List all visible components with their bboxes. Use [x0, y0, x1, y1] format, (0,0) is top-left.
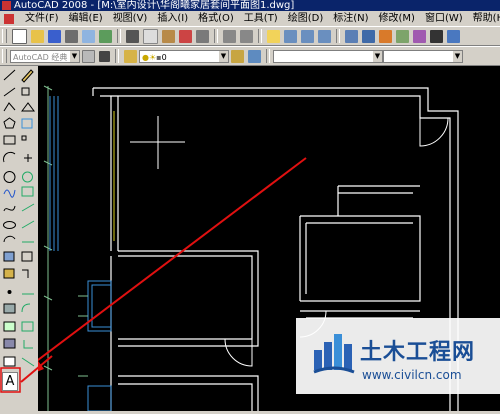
toolbar-separator [258, 29, 262, 43]
tool-palettes-icon[interactable] [379, 29, 392, 43]
wall-outline [118, 375, 259, 411]
watermark: 土木工程网 www.civilcn.com [296, 318, 500, 394]
design-center-icon[interactable] [362, 29, 375, 43]
door-swing [419, 117, 449, 147]
menu-edit[interactable]: 编辑(E) [64, 11, 108, 26]
make-object-layer-current-icon[interactable] [231, 49, 244, 63]
watermark-url: www.civilcn.com [362, 368, 462, 382]
menu-draw[interactable]: 绘图(D) [283, 11, 329, 26]
undo-icon[interactable] [223, 29, 236, 43]
calculator-icon[interactable] [430, 29, 443, 43]
print-icon[interactable] [65, 29, 78, 43]
redo-icon[interactable] [240, 29, 253, 43]
menu-bar: 文件(F) 编辑(E) 视图(V) 插入(I) 格式(O) 工具(T) 绘图(D… [0, 11, 500, 26]
menu-tools[interactable]: 工具(T) [239, 11, 283, 26]
zoom-window-icon[interactable] [301, 29, 314, 43]
door-swing [224, 338, 253, 367]
zoom-previous-icon[interactable] [318, 29, 331, 43]
civilcn-logo-icon [313, 334, 355, 374]
wall-outline [118, 255, 253, 340]
menu-window[interactable]: 窗口(W) [420, 11, 468, 26]
zoom-realtime-icon[interactable] [284, 29, 297, 43]
copy-icon[interactable] [143, 28, 158, 44]
window-title-bar: AutoCAD 2008 - [M:\室内设计\华阁曦家居套间平面图1.dwg] [0, 0, 500, 11]
layer-select[interactable]: ●☀▪0 ▼ [139, 49, 229, 63]
chevron-down-icon: ▼ [373, 50, 382, 62]
toolbar-separator [336, 29, 340, 43]
markup-icon[interactable] [413, 29, 426, 43]
workspace-save-icon[interactable] [99, 50, 110, 62]
paste-icon[interactable] [162, 29, 175, 43]
menu-insert[interactable]: 插入(I) [152, 11, 193, 26]
help-icon[interactable] [447, 29, 460, 43]
color-control-select[interactable]: ▼ [273, 49, 383, 63]
menu-dimension[interactable]: 标注(N) [328, 11, 373, 26]
menu-help[interactable]: 帮助(H) [468, 11, 500, 26]
wall-outline [300, 215, 421, 302]
pan-icon[interactable] [267, 29, 280, 43]
arrow-shaft [20, 355, 53, 383]
layer-previous-icon[interactable] [248, 49, 261, 63]
sheet-set-icon[interactable] [396, 29, 409, 43]
chevron-down-icon: ▼ [70, 50, 79, 62]
arrow-shaft [38, 157, 307, 362]
menu-format[interactable]: 格式(O) [193, 11, 239, 26]
properties-icon[interactable] [345, 29, 358, 43]
toolbar-separator [115, 49, 119, 63]
wall-outline [118, 383, 253, 411]
workspace-layers-toolbar: AutoCAD 经典 ▼ ●☀▪0 ▼ ▼ ▼ [0, 46, 500, 66]
chevron-down-icon: ▼ [453, 50, 462, 62]
watermark-title: 土木工程网 [360, 340, 476, 365]
publish-icon[interactable] [99, 29, 112, 43]
chevron-down-icon: ▼ [219, 50, 228, 62]
linetype-control-select[interactable]: ▼ [383, 49, 463, 63]
layer-value: 0 [161, 52, 167, 62]
window-line [87, 385, 112, 411]
lightbulb-icon: ● [142, 52, 149, 62]
menu-modify[interactable]: 修改(M) [374, 11, 420, 26]
wall-outline [118, 250, 259, 347]
cut-icon[interactable] [126, 29, 139, 43]
window-line [87, 280, 112, 332]
toolbar-separator [117, 29, 121, 43]
match-properties-icon[interactable] [179, 29, 192, 43]
annotation-arrow [38, 157, 307, 372]
highlight-box [0, 367, 21, 393]
toolbar-separator [266, 49, 270, 63]
menu-view[interactable]: 视图(V) [108, 11, 153, 26]
standard-toolbar [0, 26, 500, 46]
plot-preview-icon[interactable] [82, 29, 95, 43]
layer-manager-icon[interactable] [124, 49, 137, 63]
annotation-overlay [0, 355, 53, 393]
workspace-settings-icon[interactable] [82, 49, 95, 63]
toolbar-separator [214, 29, 218, 43]
crosshair-cursor [130, 116, 185, 169]
block-editor-icon[interactable] [196, 29, 209, 43]
